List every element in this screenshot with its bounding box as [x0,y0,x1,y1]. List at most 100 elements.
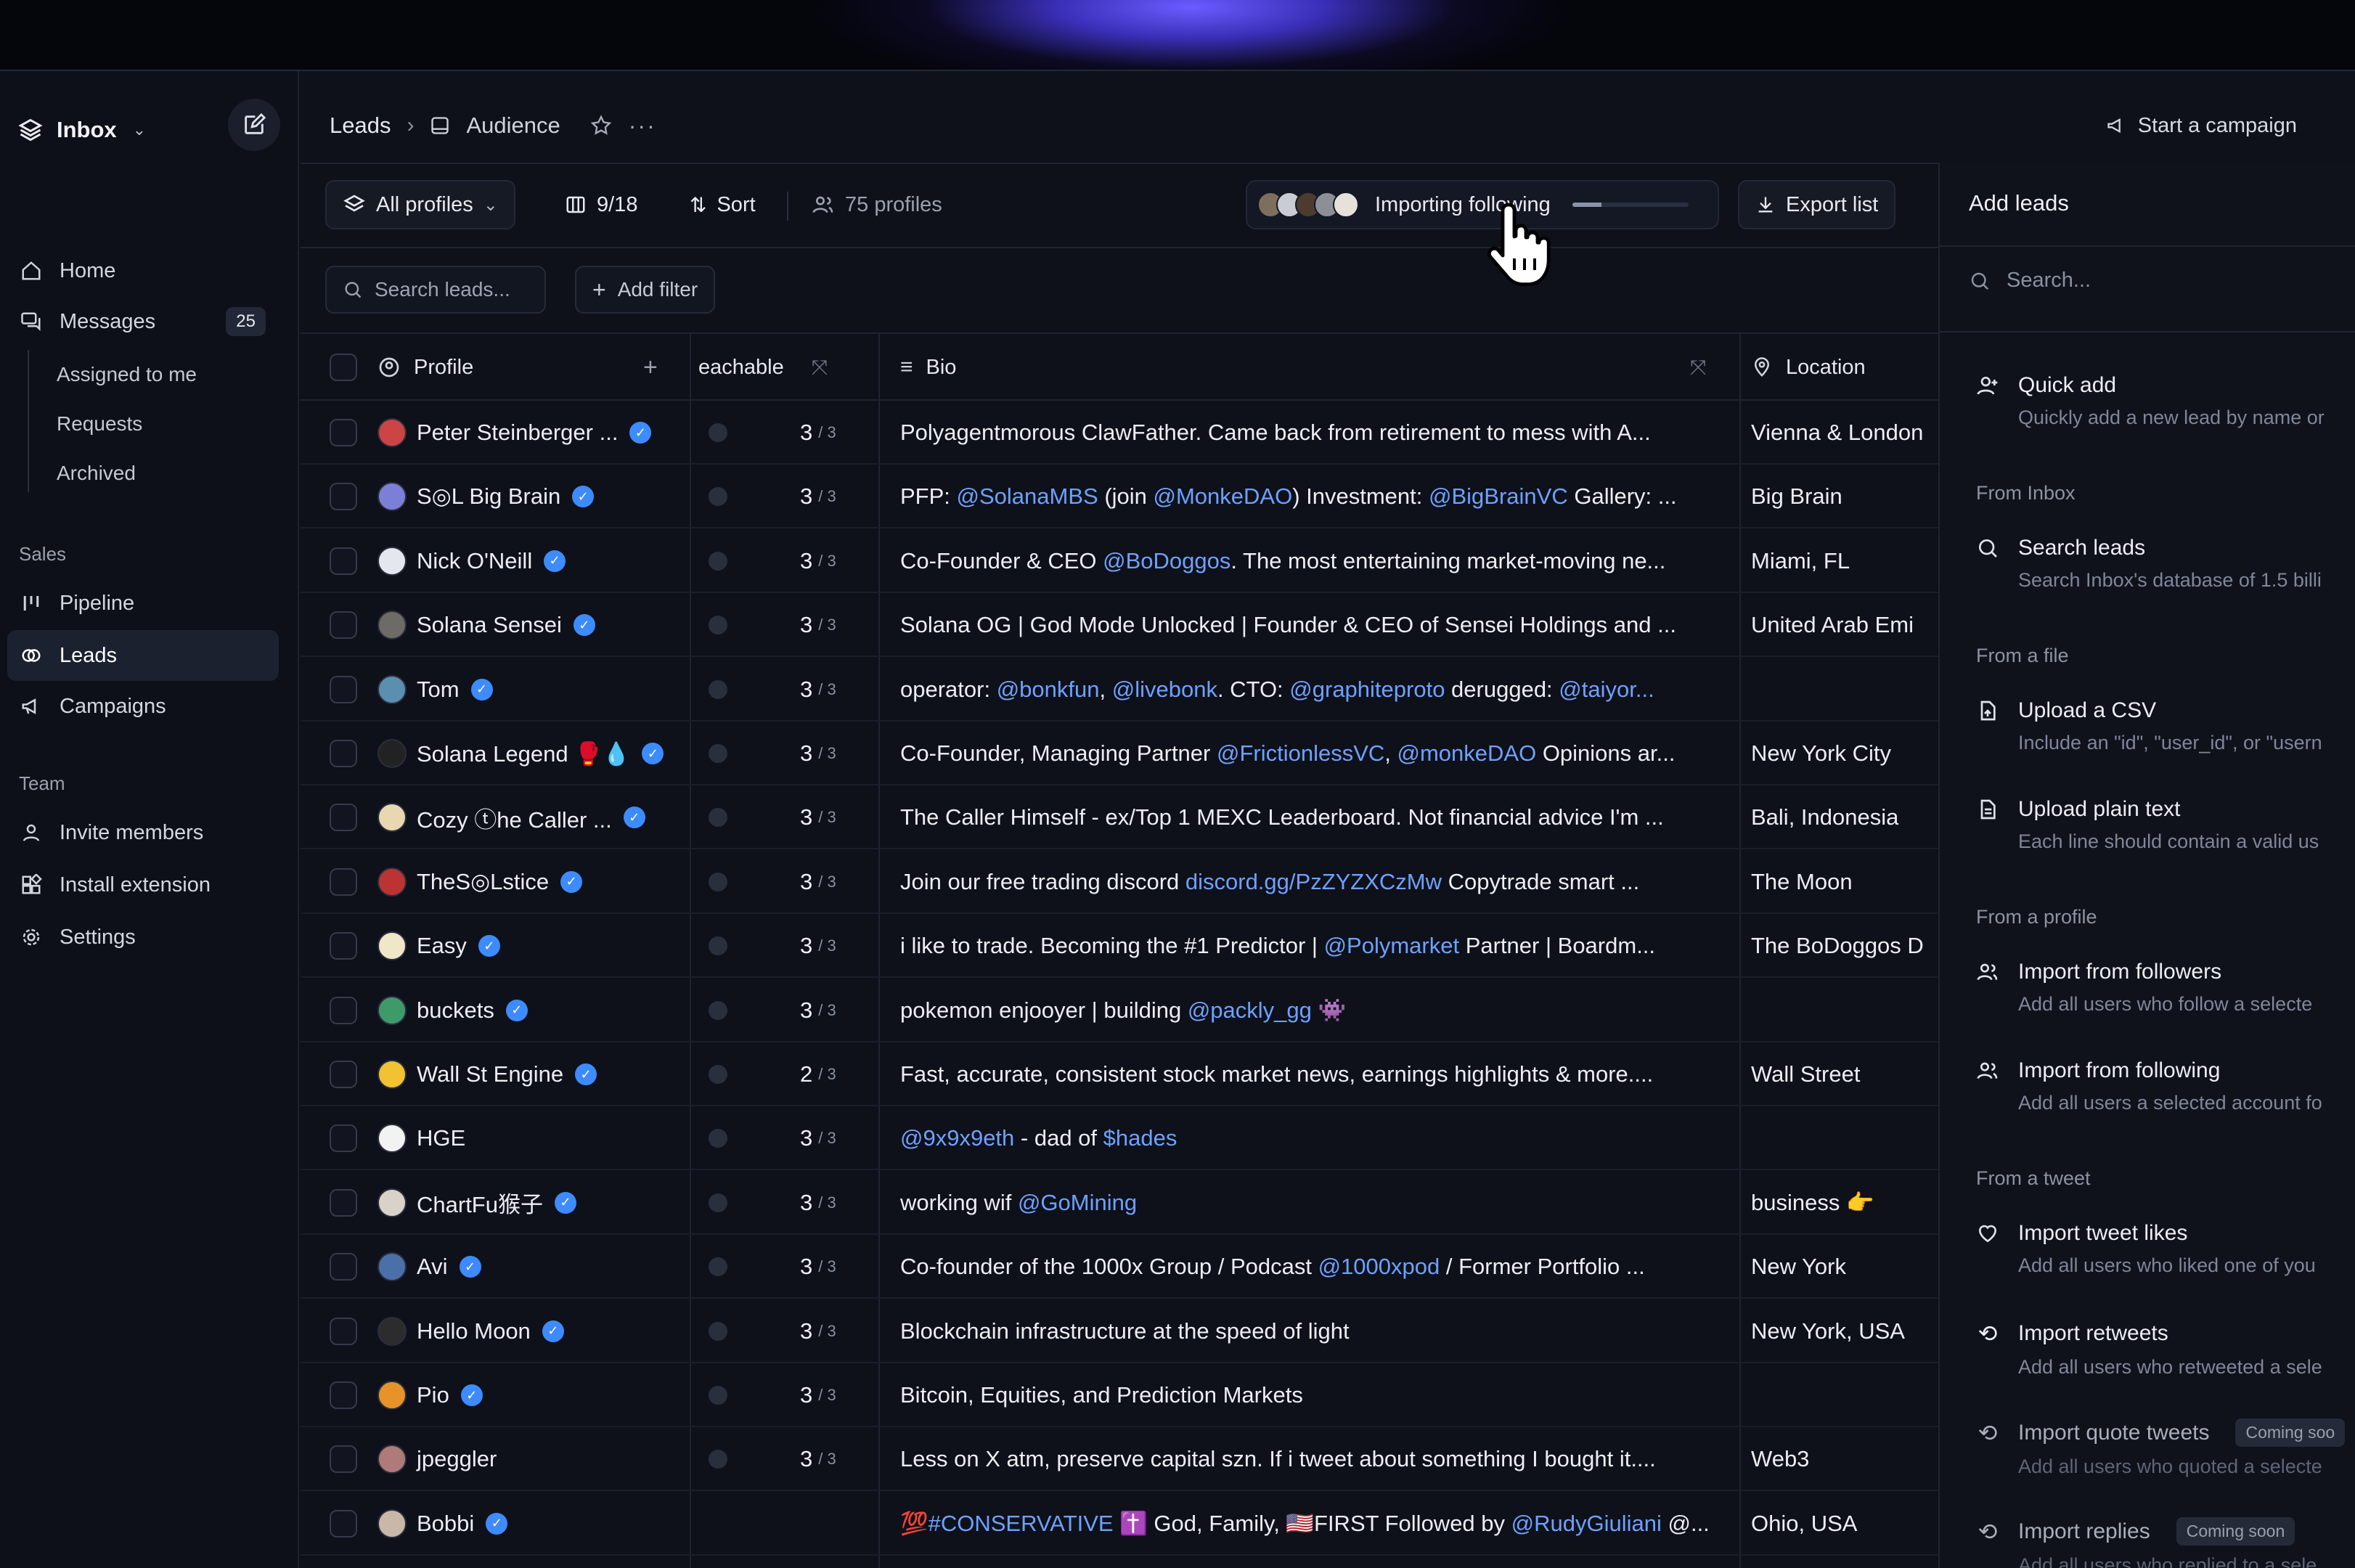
bio-link[interactable]: @bonkfun [997,677,1100,703]
sidebar-subitem-requests[interactable]: Requests [57,412,142,436]
all-profiles-dropdown[interactable]: All profiles ⌄ [325,180,515,229]
bio-link[interactable]: @GoMining [1018,1190,1137,1216]
row-checkbox[interactable] [330,547,357,575]
sidebar-subitem-archived[interactable]: Archived [57,462,136,485]
table-row[interactable]: Easy ✓ 3 / 3 i like to trade. Becoming the #… [301,914,1938,979]
table-row[interactable]: Nick O'Neill ✓ 3 / 3 Co-Founder & CEO @BoDog… [301,529,1938,593]
profile-cell[interactable]: Wall St Engine ✓ [377,1042,682,1106]
bio-link[interactable]: @FrictionlessVC [1217,740,1384,767]
column-header-profile[interactable]: Profile [377,334,473,401]
bio-link[interactable]: 💯#CONSERVATIVE ✝️ [900,1510,1148,1537]
upload-csv-option[interactable]: Upload a CSV Include an "id", "user_id",… [1976,698,2355,754]
bio-link[interactable]: $hades [1103,1125,1178,1151]
bio-link[interactable]: @BoDoggos [1103,548,1230,574]
search-leads-input[interactable]: Search leads... [325,266,546,314]
profile-cell[interactable]: buckets ✓ [377,979,682,1042]
row-checkbox[interactable] [330,740,357,767]
table-row[interactable]: Cozy ⓣhe Caller ... ✓ 3 / 3 The Caller Himse… [301,785,1938,850]
row-checkbox[interactable] [330,1124,357,1153]
profile-cell[interactable]: Pio ✓ [377,1363,682,1427]
table-row[interactable]: Hello Moon ✓ 3 / 3 Blockchain infrastructure… [301,1299,1938,1363]
sidebar-item-campaigns[interactable]: Campaigns [7,681,279,732]
row-checkbox[interactable] [330,1445,357,1474]
row-checkbox[interactable] [330,1381,357,1409]
import-following-option[interactable]: Import from following Add all users a se… [1976,1058,2355,1114]
sidebar-item-leads[interactable]: Leads [7,630,279,681]
table-row[interactable]: jpeggler 3 / 3 Less on X atm, preserve capi… [301,1427,1938,1492]
bio-link[interactable]: discord.gg/PzZYZXCzMw [1185,869,1442,895]
bio-link[interactable]: @monkeDAO [1397,740,1537,767]
row-checkbox[interactable] [330,1509,357,1538]
row-checkbox[interactable] [330,483,357,511]
profile-cell[interactable]: S◎L Big Brain ✓ [377,465,682,528]
compose-button[interactable] [228,99,280,151]
more-options-icon[interactable]: ··· [629,113,656,139]
bio-link[interactable]: @MonkeDAO [1154,483,1293,510]
quick-add-option[interactable]: Quick add Quickly add a new lead by name… [1976,373,2355,429]
bio-link[interactable]: @9x9x9eth [900,1125,1014,1151]
star-icon[interactable] [589,114,613,137]
profile-cell[interactable]: Peter Steinberger ... ✓ [377,401,682,465]
hide-column-icon[interactable]: ⤧ [1690,334,1706,401]
table-row[interactable]: Bobbi ✓ 💯#CONSERVATIVE ✝️ God, Family, 🇺🇸F… [301,1492,1938,1556]
sidebar-subitem-assigned[interactable]: Assigned to me [57,363,197,386]
bio-link[interactable]: @SolanaMBS [957,483,1098,510]
row-checkbox[interactable] [330,675,357,703]
table-row[interactable]: Peter Steinberger ... ✓ 3 / 3 Polyagentmorou… [301,401,1938,465]
table-row[interactable]: Avi ✓ 3 / 3 Co-founder of the 1000x Group / … [301,1235,1938,1299]
sidebar-item-home[interactable]: Home [7,245,279,296]
bio-link[interactable]: @livebonk [1112,677,1217,703]
sidebar-item-extension[interactable]: Install extension [7,859,279,910]
profile-cell[interactable]: Nick O'Neill ✓ [377,529,682,593]
column-header-reachable[interactable]: eachable ⤧ [698,334,828,401]
import-likes-option[interactable]: Import tweet likes Add all users who lik… [1976,1221,2355,1277]
profile-cell[interactable]: Avi ✓ [377,1235,682,1299]
table-row[interactable]: buckets ✓ 3 / 3 pokemon enjooyer | building … [301,979,1938,1042]
table-row[interactable]: HGE 3 / 3 @9x9x9eth - dad of $hades [301,1106,1938,1171]
row-checkbox[interactable] [330,1061,357,1088]
bio-link[interactable]: @BigBrainVC [1429,483,1568,510]
hide-column-icon[interactable]: ⤧ [812,356,828,380]
table-row[interactable]: Tom ✓ 3 / 3 operator: @bonkfun, @livebonk. C… [301,658,1938,722]
breadcrumb-leads[interactable]: Leads [330,113,391,139]
row-checkbox[interactable] [330,419,357,446]
start-campaign-button[interactable]: Start a campaign [2106,107,2297,144]
profile-cell[interactable]: jpeggler [377,1427,682,1491]
sidebar-item-pipeline[interactable]: Pipeline [7,578,279,629]
table-row[interactable]: Solana Sensei ✓ 3 / 3 Solana OG | God Mode U… [301,593,1938,658]
row-checkbox[interactable] [330,996,357,1024]
export-list-button[interactable]: Export list [1738,180,1896,229]
workspace-switcher[interactable]: Inbox ⌄ [17,105,146,155]
table-row[interactable]: Wall St Engine ✓ 2 / 3 Fast, accurate, consi… [301,1042,1938,1106]
column-header-location[interactable]: Location [1751,334,1866,401]
row-checkbox[interactable] [330,1188,357,1217]
sort-button[interactable]: ⇅ Sort [677,180,769,229]
table-row[interactable]: S◎L Big Brain ✓ 3 / 3 PFP: @SolanaMBS (join … [301,465,1938,529]
bio-link[interactable]: @RudyGiuliani [1511,1511,1662,1537]
sidebar-item-messages[interactable]: Messages 25 [7,296,279,347]
table-row[interactable]: TheS◎Lstice ✓ 3 / 3 Join our free trading di… [301,850,1938,914]
row-checkbox[interactable] [330,867,357,896]
profile-cell[interactable]: Tom ✓ [377,658,682,722]
panel-search-input[interactable]: Search... [1969,269,2091,293]
column-header-bio[interactable]: ≡ Bio [900,334,956,401]
row-checkbox[interactable] [330,1317,357,1345]
import-followers-option[interactable]: Import from followers Add all users who … [1976,960,2355,1016]
profile-cell[interactable]: TheS◎Lstice ✓ [377,850,682,914]
profile-cell[interactable]: HGE [377,1106,682,1170]
profile-cell[interactable]: Cozy ⓣhe Caller ... ✓ [377,785,682,849]
add-filter-button[interactable]: + Add filter [575,266,716,314]
profile-cell[interactable]: Bobbi ✓ [377,1492,682,1556]
profile-cell[interactable]: Hello Moon ✓ [377,1299,682,1363]
add-column-plus-icon[interactable]: + [643,334,658,401]
profile-cell[interactable]: Solana Sensei ✓ [377,593,682,657]
row-checkbox[interactable] [330,1253,357,1281]
bio-link[interactable]: @taiyor... [1559,677,1654,703]
bio-link[interactable]: @graphiteproto [1289,677,1445,703]
bio-link[interactable]: @packly_gg [1188,997,1312,1024]
search-leads-option[interactable]: Search leads Search Inbox's database of … [1976,536,2355,592]
row-checkbox[interactable] [330,804,357,832]
sidebar-item-invite[interactable]: Invite members [7,807,279,858]
profile-cell[interactable]: Easy ✓ [377,914,682,978]
table-row[interactable]: Pio ✓ 3 / 3 Bitcoin, Equities, and Predictio… [301,1363,1938,1427]
